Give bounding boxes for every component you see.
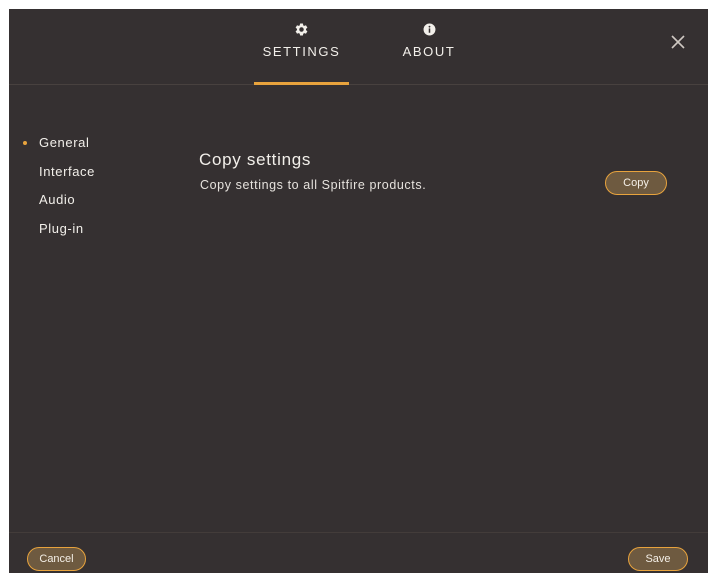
gear-icon: [294, 21, 310, 37]
settings-dialog: SETTINGS ABOUT General Interface Audio P…: [9, 9, 708, 573]
sidebar-item-plug-in[interactable]: Plug-in: [9, 219, 159, 248]
sidebar-item-interface[interactable]: Interface: [9, 162, 159, 191]
info-icon: [421, 21, 437, 37]
close-icon: [671, 35, 685, 49]
tab-about-label: ABOUT: [402, 44, 456, 59]
sidebar-item-general[interactable]: General: [9, 133, 159, 162]
active-tab-indicator: [254, 82, 349, 85]
tab-settings[interactable]: SETTINGS: [254, 9, 349, 85]
sidebar-item-label: Audio: [39, 192, 76, 207]
sidebar-item-label: Interface: [39, 163, 95, 179]
save-button[interactable]: Save: [628, 547, 688, 571]
tab-settings-label: SETTINGS: [262, 44, 341, 59]
dialog-header: SETTINGS ABOUT: [9, 9, 708, 85]
section-description: Copy settings to all Spitfire products.: [200, 178, 427, 192]
sidebar-item-audio[interactable]: Audio: [9, 190, 159, 219]
settings-sidebar: General Interface Audio Plug-in: [9, 133, 159, 247]
sidebar-item-label: Plug-in: [39, 220, 84, 236]
section-title: Copy settings: [199, 150, 312, 169]
active-bullet: [23, 141, 27, 145]
tab-about[interactable]: ABOUT: [389, 9, 469, 84]
sidebar-item-label: General: [39, 135, 90, 150]
copy-button[interactable]: Copy: [605, 171, 667, 195]
footer-divider: [9, 532, 708, 533]
cancel-button[interactable]: Cancel: [27, 547, 86, 571]
close-button[interactable]: [670, 34, 686, 50]
